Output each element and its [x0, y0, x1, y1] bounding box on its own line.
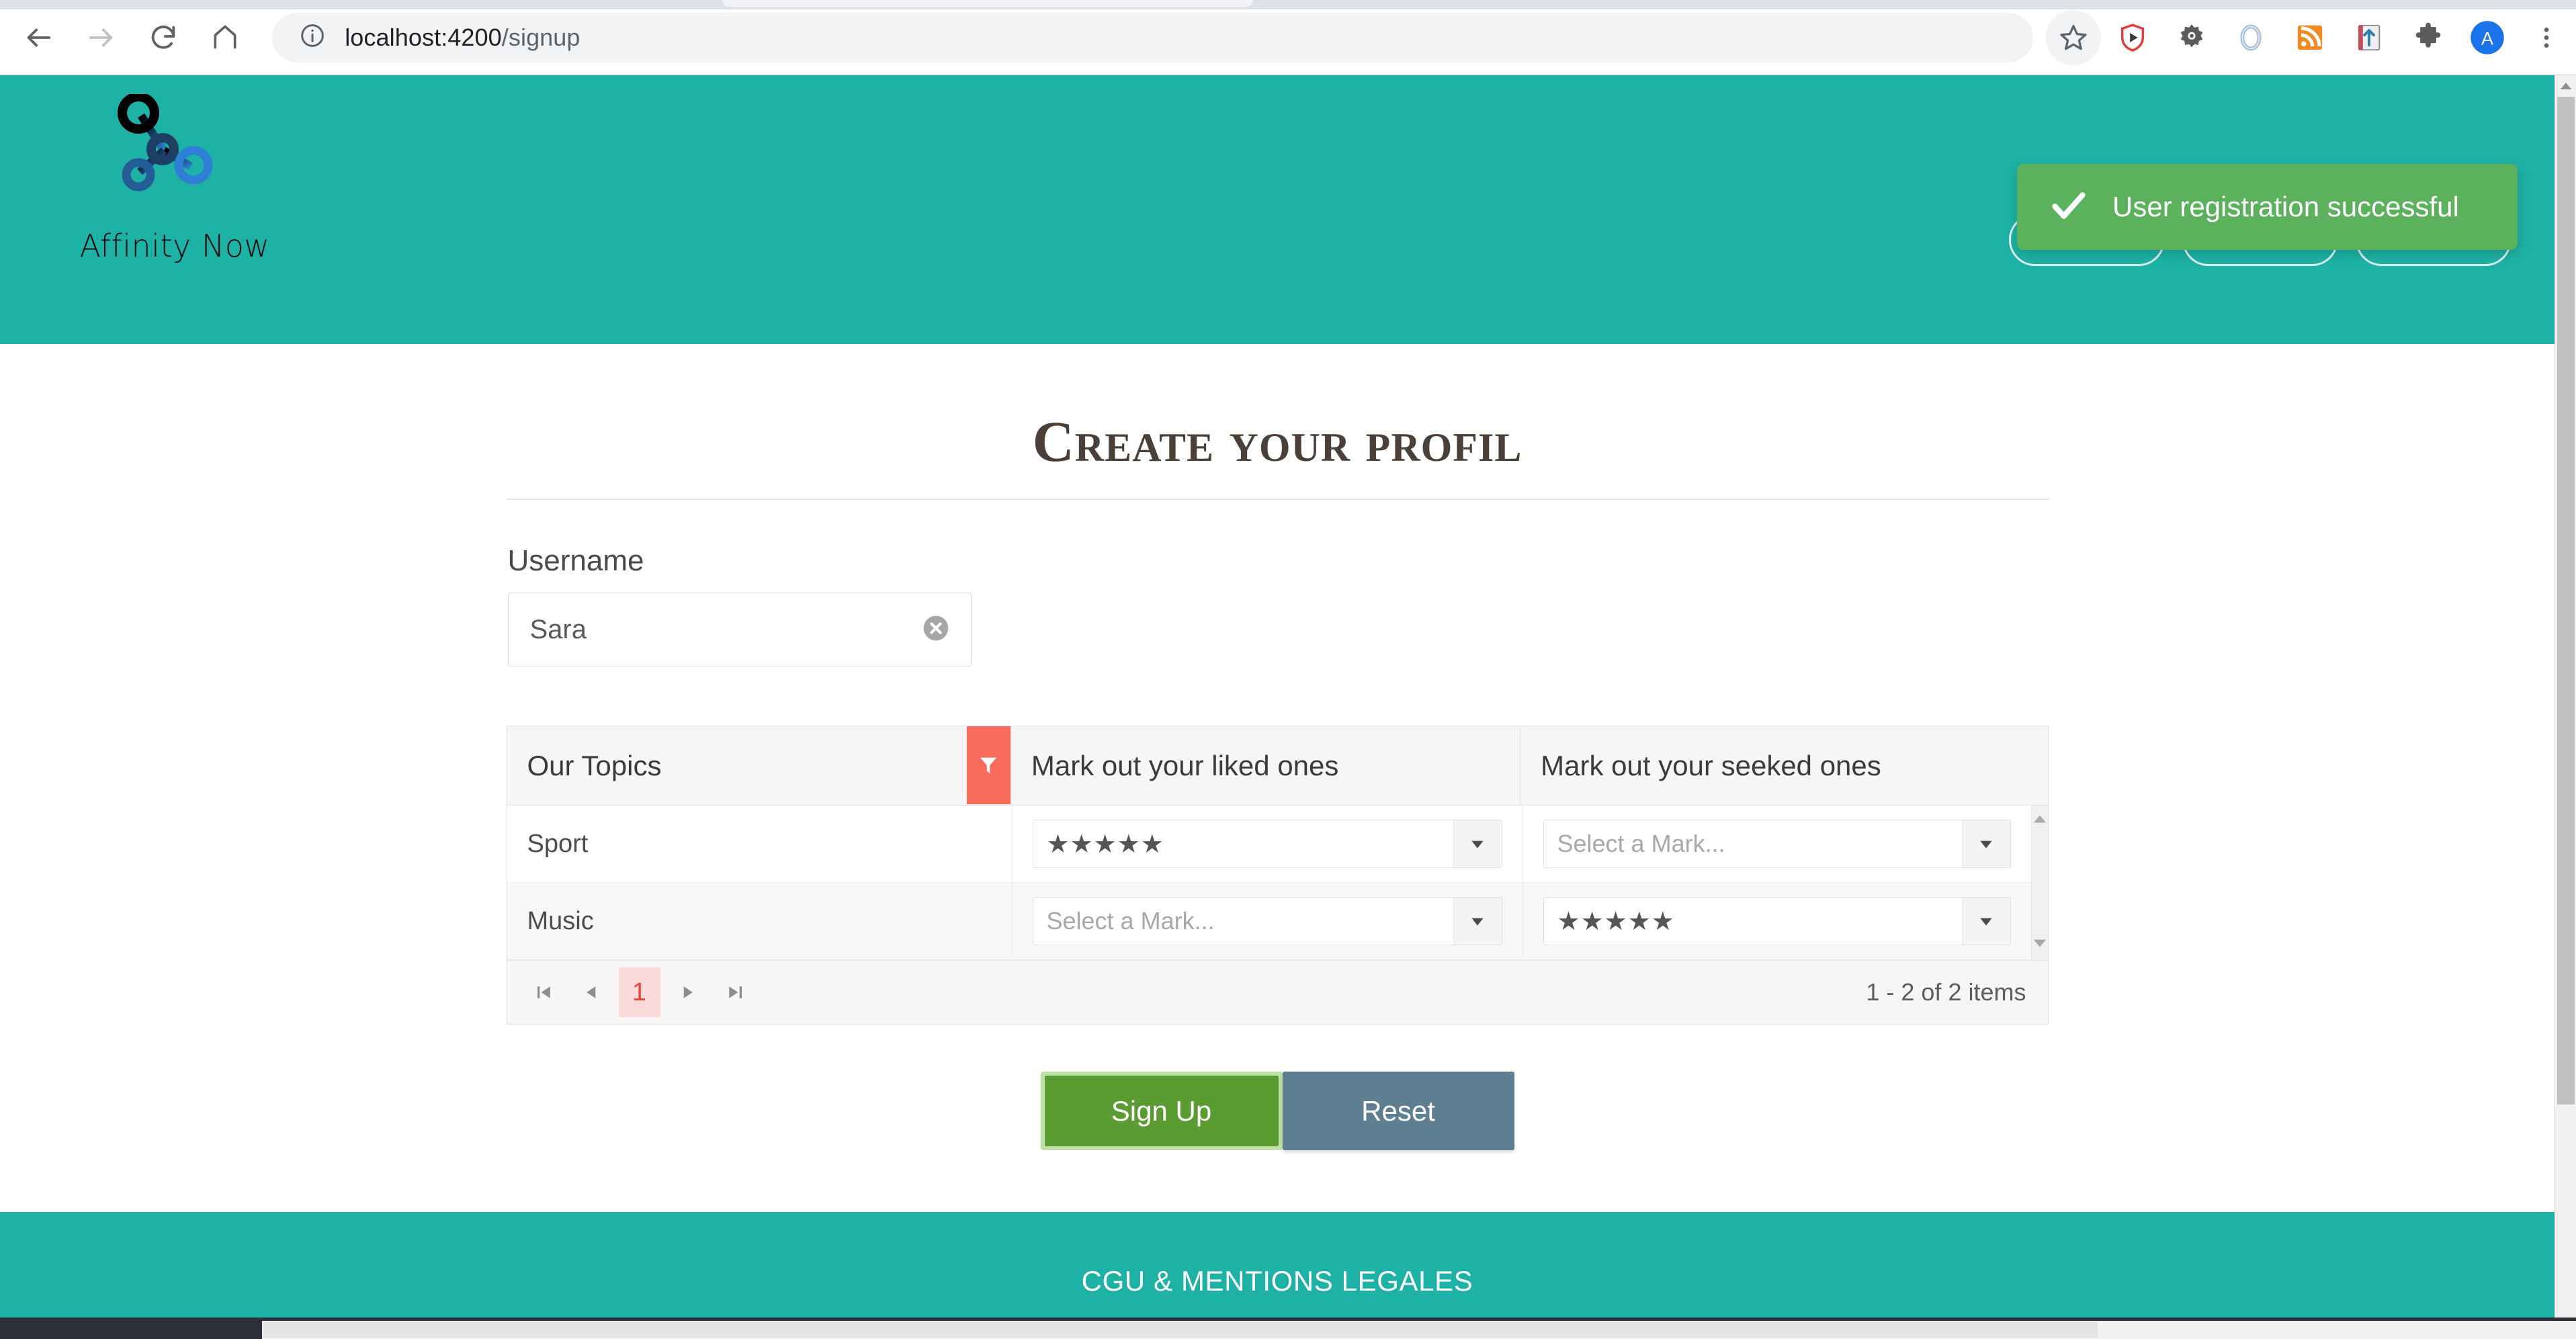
items-count-label: 1 - 2 of 2 items: [1866, 978, 2026, 1006]
book-upload-icon[interactable]: [2342, 10, 2397, 65]
username-field-group: Username Sara: [507, 544, 2049, 666]
site-header: Affinity Now User registration successfu…: [0, 75, 2554, 344]
svg-text:A: A: [2481, 28, 2493, 48]
table-row[interactable]: Sport ★★★★★: [507, 806, 2031, 883]
cell-topic: Sport: [507, 806, 1013, 882]
browser-action-bar: A: [2044, 10, 2576, 65]
go-to-first-page-icon[interactable]: [525, 973, 564, 1012]
site-footer: CGU & MENTIONS LEGALES: [0, 1212, 2554, 1318]
gear-bug-icon[interactable]: [2164, 10, 2219, 65]
signup-button-focus-ring: Sign Up: [1041, 1072, 1283, 1150]
main-content: Create your profil Username Sara Our Top…: [0, 344, 2554, 1318]
page-vertical-scrollbar[interactable]: [2554, 75, 2576, 1318]
bookmark-star-icon[interactable]: [2046, 10, 2101, 65]
profile-avatar[interactable]: A: [2460, 10, 2515, 65]
ring-icon[interactable]: [2223, 10, 2278, 65]
forward-button[interactable]: [71, 7, 130, 68]
column-header-liked[interactable]: Mark out your liked ones: [1011, 726, 1520, 805]
scroll-up-arrow-icon[interactable]: [2555, 75, 2576, 97]
tab-strip: [0, 0, 2576, 9]
seeked-mark-value: ★★★★★: [1544, 898, 1962, 945]
active-tab[interactable]: [722, 0, 1253, 7]
column-header-label: Mark out your liked ones: [1031, 750, 1339, 782]
column-header-label: Our Topics: [527, 750, 662, 782]
filter-funnel-icon[interactable]: [967, 726, 1011, 804]
grid-rows: Sport ★★★★★: [507, 806, 2031, 960]
seeked-mark-dropdown[interactable]: ★★★★★: [1543, 897, 2011, 945]
liked-mark-dropdown[interactable]: ★★★★★: [1033, 820, 1502, 868]
back-arrow-icon: [24, 22, 54, 53]
liked-mark-dropdown[interactable]: Select a Mark...: [1033, 897, 1502, 945]
column-header-our-topics[interactable]: Our Topics: [507, 726, 1011, 805]
table-row[interactable]: Music Select a Mark...: [507, 883, 2031, 960]
extensions-puzzle-icon[interactable]: [2401, 10, 2456, 65]
brand-name: Affinity Now: [67, 228, 282, 264]
previous-page-icon[interactable]: [572, 973, 611, 1012]
cell-seeked: ★★★★★: [1523, 883, 2031, 959]
username-input[interactable]: Sara: [508, 593, 972, 666]
cell-liked: ★★★★★: [1013, 806, 1523, 882]
grid-pager: 1 1 - 2 of 2 items: [507, 960, 2048, 1024]
chevron-down-icon[interactable]: [1962, 898, 2010, 945]
page-title: Create your profil: [507, 411, 2049, 472]
network-nodes-logo: [67, 94, 282, 225]
reset-button[interactable]: Reset: [1283, 1072, 1514, 1150]
chrome-menu-icon[interactable]: [2519, 10, 2574, 65]
back-button[interactable]: [9, 7, 69, 68]
address-bar[interactable]: localhost:4200/signup: [272, 13, 2033, 62]
cell-liked: Select a Mark...: [1013, 883, 1523, 959]
grid-header-row: Our Topics Mark out your liked ones Mark…: [507, 726, 2048, 806]
seeked-mark-dropdown[interactable]: Select a Mark...: [1543, 820, 2011, 868]
page-viewport: Affinity Now User registration successfu…: [0, 75, 2554, 1318]
rss-feed-icon[interactable]: [2282, 10, 2337, 65]
username-value: Sara: [530, 615, 921, 645]
username-label: Username: [508, 544, 2049, 578]
signup-button[interactable]: Sign Up: [1045, 1076, 1279, 1146]
brand-logo[interactable]: Affinity Now: [67, 94, 282, 264]
taskbar: [0, 1318, 2576, 1339]
go-to-last-page-icon[interactable]: [716, 973, 755, 1012]
toast-message: User registration successful: [2112, 191, 2459, 223]
chevron-down-icon[interactable]: [1453, 820, 1502, 867]
liked-mark-value: ★★★★★: [1033, 820, 1453, 867]
info-circle-icon[interactable]: [299, 22, 326, 52]
grid-body: Sport ★★★★★: [507, 806, 2048, 960]
footer-legal-link[interactable]: CGU & MENTIONS LEGALES: [1082, 1265, 1473, 1297]
reload-icon: [148, 22, 179, 53]
forward-arrow-icon: [85, 22, 116, 53]
chevron-down-icon[interactable]: [1962, 820, 2010, 867]
horizontal-scrollbar-thumb[interactable]: [263, 1322, 2098, 1338]
column-header-label: Mark out your seeked ones: [1541, 750, 1881, 782]
check-mark-icon: [2049, 186, 2088, 228]
form-actions: Sign Up Reset: [507, 1072, 2049, 1150]
address-bar-url: localhost:4200/signup: [345, 24, 580, 52]
topics-grid: Our Topics Mark out your liked ones Mark…: [507, 726, 2049, 1025]
page-number-1[interactable]: 1: [619, 967, 660, 1017]
title-divider: [507, 499, 2049, 500]
scroll-up-arrow-icon[interactable]: [2032, 814, 2047, 828]
scroll-down-arrow-icon[interactable]: [2032, 938, 2047, 952]
grid-vertical-scrollbar[interactable]: [2031, 806, 2048, 960]
grid-header-scroll-pad: [2028, 726, 2048, 805]
vertical-scrollbar-thumb[interactable]: [2557, 97, 2575, 1105]
column-header-seeked[interactable]: Mark out your seeked ones: [1520, 726, 2027, 805]
cell-topic: Music: [507, 883, 1013, 959]
cell-seeked: Select a Mark...: [1523, 806, 2031, 882]
success-toast[interactable]: User registration successful: [2017, 164, 2518, 250]
chevron-down-icon[interactable]: [1453, 898, 1502, 945]
liked-mark-value: Select a Mark...: [1033, 898, 1453, 945]
shield-play-icon[interactable]: [2105, 10, 2160, 65]
browser-chrome: localhost:4200/signup A: [0, 0, 2576, 75]
home-button[interactable]: [196, 7, 255, 68]
clear-circle-icon[interactable]: [921, 613, 951, 646]
reload-button[interactable]: [134, 7, 193, 68]
home-icon: [210, 23, 240, 52]
seeked-mark-value: Select a Mark...: [1544, 820, 1962, 867]
next-page-icon[interactable]: [669, 973, 707, 1012]
